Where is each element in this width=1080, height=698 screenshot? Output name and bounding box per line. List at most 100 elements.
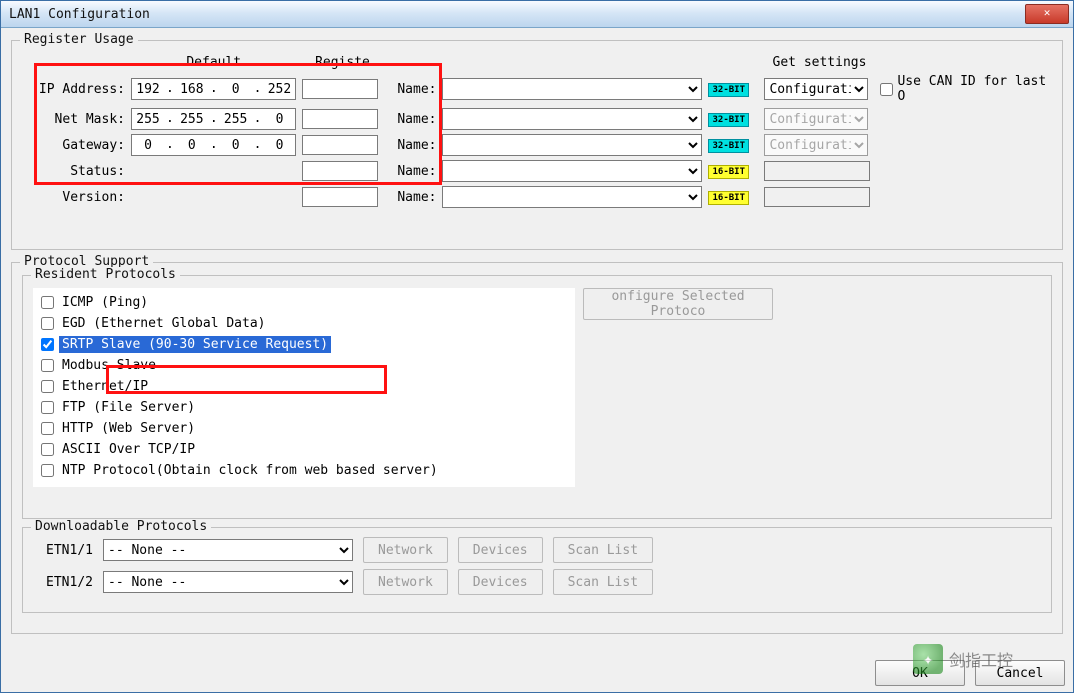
use-can-id-checkbox[interactable]: Use CAN ID for last O [880, 74, 1049, 104]
downloadable-label: ETN1/1 [43, 543, 93, 558]
netmask-input[interactable]: . . . [131, 108, 296, 130]
protocol-item[interactable]: Modbus Slave [39, 355, 569, 376]
protocol-list[interactable]: ICMP (Ping) EGD (Ethernet Global Data) SRT… [33, 288, 575, 487]
downloadable-combo[interactable]: -- None -- [103, 571, 353, 593]
ip-oct-2[interactable] [176, 82, 208, 97]
header-default: Default [128, 53, 299, 72]
protocol-label: HTTP (Web Server) [59, 420, 198, 437]
window-title: LAN1 Configuration [9, 7, 1025, 22]
header-get-settings: Get settings [761, 53, 877, 72]
register-usage-group: Register Usage Default Registe Get setti… [11, 40, 1063, 250]
protocol-checkbox[interactable] [41, 317, 54, 330]
gw-name-combo[interactable] [442, 134, 702, 156]
protocol-item[interactable]: ICMP (Ping) [39, 292, 569, 313]
mask-oct-1[interactable] [132, 112, 164, 127]
close-icon: ✕ [1044, 6, 1051, 19]
mask-name-label: Name: [385, 106, 439, 132]
watermark-icon: ✦ [913, 644, 943, 674]
version-register-field[interactable] [302, 187, 378, 207]
downloadable-label: ETN1/2 [43, 575, 93, 590]
protocol-item[interactable]: NTP Protocol(Obtain clock from web based… [39, 460, 569, 481]
header-registe: Registe [299, 53, 385, 72]
protocol-item[interactable]: EGD (Ethernet Global Data) [39, 313, 569, 334]
status-label: Status: [22, 158, 128, 184]
resident-protocols-legend: Resident Protocols [31, 267, 180, 282]
ip-name-combo[interactable] [442, 78, 702, 100]
protocol-checkbox[interactable] [41, 401, 54, 414]
mask-oct-2[interactable] [176, 112, 208, 127]
version-name-label: Name: [385, 184, 439, 210]
protocol-checkbox[interactable] [41, 422, 54, 435]
gw-oct-1[interactable] [132, 138, 164, 153]
ip-config-combo[interactable]: Configuratio [764, 78, 868, 100]
protocol-label: NTP Protocol(Obtain clock from web based… [59, 462, 441, 479]
status-bits-badge: 16-BIT [708, 165, 749, 179]
netmask-label: Net Mask: [22, 106, 128, 132]
close-button[interactable]: ✕ [1025, 4, 1069, 24]
watermark: ✦ 剑指工控 [913, 644, 1013, 674]
status-register-field[interactable] [302, 161, 378, 181]
protocol-label: SRTP Slave (90-30 Service Request) [59, 336, 331, 353]
protocol-label: Ethernet/IP [59, 378, 151, 395]
protocol-label: ICMP (Ping) [59, 294, 151, 311]
mask-register-field[interactable] [302, 109, 378, 129]
downloadable-row: ETN1/2-- None --NetworkDevicesScan List [33, 566, 1041, 598]
version-name-combo[interactable] [442, 186, 702, 208]
protocol-checkbox[interactable] [41, 296, 54, 309]
status-name-combo[interactable] [442, 160, 702, 182]
gw-oct-3[interactable] [220, 138, 252, 153]
mask-name-combo[interactable] [442, 108, 702, 130]
titlebar: LAN1 Configuration ✕ [1, 1, 1073, 28]
protocol-item[interactable]: ASCII Over TCP/IP [39, 439, 569, 460]
status-config-field [764, 161, 870, 181]
gw-oct-2[interactable] [176, 138, 208, 153]
protocol-label: ASCII Over TCP/IP [59, 441, 198, 458]
mask-oct-3[interactable] [220, 112, 252, 127]
devices-button: Devices [458, 537, 543, 563]
gateway-input[interactable]: . . . [131, 134, 296, 156]
gw-name-label: Name: [385, 132, 439, 158]
protocol-checkbox[interactable] [41, 338, 54, 351]
devices-button: Devices [458, 569, 543, 595]
dialog-window: LAN1 Configuration ✕ Register Usage Defa… [0, 0, 1074, 693]
scanlist-button: Scan List [553, 537, 653, 563]
version-bits-badge: 16-BIT [708, 191, 749, 205]
downloadable-combo[interactable]: -- None -- [103, 539, 353, 561]
gw-register-field[interactable] [302, 135, 378, 155]
mask-bits-badge: 32-BIT [708, 113, 749, 127]
protocol-label: FTP (File Server) [59, 399, 198, 416]
network-button: Network [363, 537, 448, 563]
ip-name-label: Name: [385, 72, 439, 106]
protocol-checkbox[interactable] [41, 359, 54, 372]
network-button: Network [363, 569, 448, 595]
protocol-item[interactable]: Ethernet/IP [39, 376, 569, 397]
mask-config-combo: Configuratio [764, 108, 868, 130]
ip-register-field[interactable] [302, 79, 378, 99]
ip-oct-3[interactable] [220, 82, 252, 97]
mask-oct-4[interactable] [263, 112, 295, 127]
protocol-checkbox[interactable] [41, 464, 54, 477]
resident-protocols-group: Resident Protocols ICMP (Ping)EGD (Ether… [22, 275, 1052, 519]
register-usage-legend: Register Usage [20, 32, 138, 47]
protocol-checkbox[interactable] [41, 380, 54, 393]
ip-oct-1[interactable] [132, 82, 164, 97]
status-name-label: Name: [385, 158, 439, 184]
watermark-text: 剑指工控 [949, 647, 1013, 671]
ip-bits-badge: 32-BIT [708, 83, 749, 97]
version-config-field [764, 187, 870, 207]
ip-address-label: IP Address: [22, 72, 128, 106]
ip-oct-4[interactable] [263, 82, 295, 97]
protocol-item[interactable]: FTP (File Server) [39, 397, 569, 418]
protocol-item[interactable]: SRTP Slave (90-30 Service Request) [39, 334, 569, 355]
protocol-support-group: Protocol Support Resident Protocols ICMP… [11, 262, 1063, 634]
protocol-checkbox[interactable] [41, 443, 54, 456]
protocol-item[interactable]: HTTP (Web Server) [39, 418, 569, 439]
use-can-id-label: Use CAN ID for last O [897, 74, 1049, 104]
version-label: Version: [22, 184, 128, 210]
gw-bits-badge: 32-BIT [708, 139, 749, 153]
ip-address-input[interactable]: . . . [131, 78, 296, 100]
protocol-label: EGD (Ethernet Global Data) [59, 315, 269, 332]
downloadable-protocols-legend: Downloadable Protocols [31, 519, 211, 534]
gw-oct-4[interactable] [263, 138, 295, 153]
downloadable-protocols-group: Downloadable Protocols ETN1/1-- None --N… [22, 527, 1052, 613]
